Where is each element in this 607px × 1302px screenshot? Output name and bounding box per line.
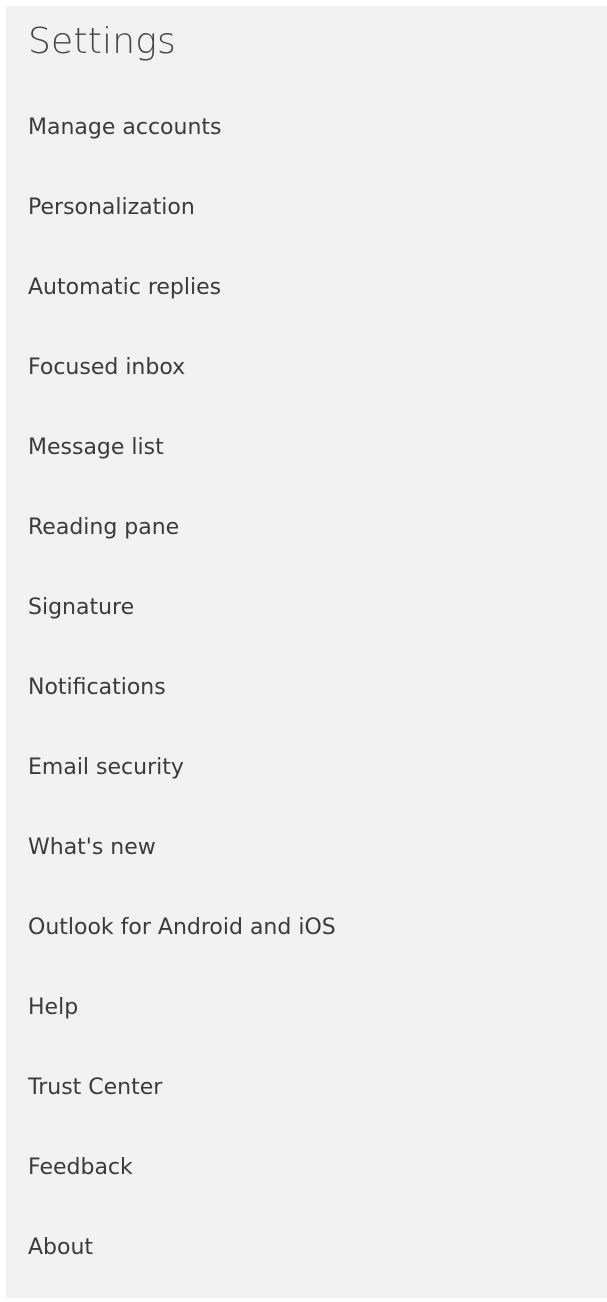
menu-item-label: Trust Center — [28, 1074, 163, 1100]
menu-item-automatic-replies[interactable]: Automatic replies — [6, 247, 607, 327]
menu-item-trust-center[interactable]: Trust Center — [6, 1047, 607, 1127]
menu-item-label: Email security — [28, 754, 184, 780]
menu-item-notifications[interactable]: Notifications — [6, 647, 607, 727]
menu-item-label: Help — [28, 994, 79, 1020]
menu-item-label: Message list — [28, 434, 164, 460]
menu-item-reading-pane[interactable]: Reading pane — [6, 487, 607, 567]
menu-item-feedback[interactable]: Feedback — [6, 1127, 607, 1207]
menu-item-personalization[interactable]: Personalization — [6, 167, 607, 247]
settings-menu: Manage accounts Personalization Automati… — [6, 87, 607, 1287]
menu-item-whats-new[interactable]: What's new — [6, 807, 607, 887]
menu-item-label: Manage accounts — [28, 114, 222, 140]
menu-item-manage-accounts[interactable]: Manage accounts — [6, 87, 607, 167]
menu-item-label: Outlook for Android and iOS — [28, 914, 336, 940]
menu-item-label: What's new — [28, 834, 156, 860]
menu-item-label: Reading pane — [28, 514, 180, 540]
menu-item-label: Feedback — [28, 1154, 133, 1180]
menu-item-label: Notifications — [28, 674, 166, 700]
menu-item-label: Focused inbox — [28, 354, 186, 380]
menu-item-focused-inbox[interactable]: Focused inbox — [6, 327, 607, 407]
menu-item-email-security[interactable]: Email security — [6, 727, 607, 807]
menu-item-message-list[interactable]: Message list — [6, 407, 607, 487]
menu-item-label: Personalization — [28, 194, 195, 220]
menu-item-help[interactable]: Help — [6, 967, 607, 1047]
settings-panel: Settings Manage accounts Personalization… — [6, 6, 607, 1298]
settings-title: Settings — [28, 21, 177, 62]
menu-item-label: About — [28, 1234, 94, 1260]
menu-item-outlook-mobile[interactable]: Outlook for Android and iOS — [6, 887, 607, 967]
menu-item-label: Automatic replies — [28, 274, 222, 300]
menu-item-about[interactable]: About — [6, 1207, 607, 1287]
menu-item-signature[interactable]: Signature — [6, 567, 607, 647]
menu-item-label: Signature — [28, 594, 135, 620]
